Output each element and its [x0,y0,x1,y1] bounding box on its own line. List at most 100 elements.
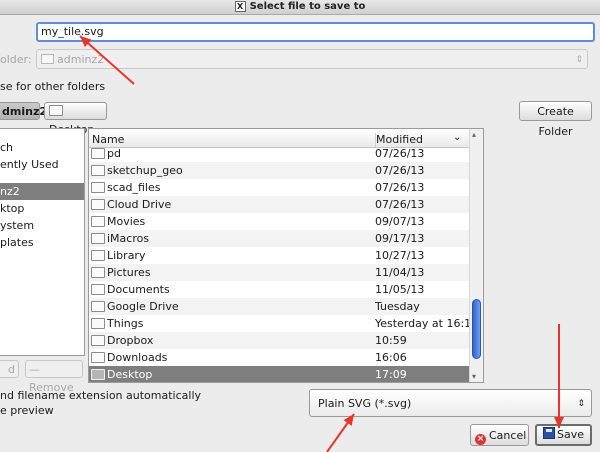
file-name: Google Drive [107,300,179,313]
cancel-label: Cancel [489,429,527,442]
file-modified: Tuesday [375,300,420,313]
file-row[interactable]: Cloud Drive 07/26/13 [89,196,469,213]
file-modified: 07/26/13 [375,164,425,177]
folder-icon [91,216,105,227]
file-row[interactable]: Things Yesterday at 16:10 [89,315,478,332]
file-modified: 09/07/13 [375,215,425,228]
file-type-value: Plain SVG (*.svg) [318,397,412,410]
add-place-button[interactable]: d [0,360,19,378]
file-list-header: Name Modified ⌄ [89,129,469,148]
scroll-down-icon[interactable]: ▾ [472,372,476,381]
window-title: Select file to save to [249,1,366,12]
file-row[interactable]: Dropbox 10:59 [89,332,469,349]
file-name: Pictures [107,266,151,279]
title-bar: X Select file to save to [0,0,600,15]
browse-folders-label[interactable]: se for other folders [0,80,105,93]
place-item-templates[interactable]: plates [0,234,84,251]
cancel-button[interactable]: × Cancel [470,424,529,446]
file-list-panel: pd 07/26/13 sketchup_geo 07/26/13 scad_files… [88,128,484,383]
file-row[interactable]: Movies 09/07/13 [89,213,469,230]
append-extension-checkbox-label[interactable]: nd filename extension automatically [0,389,201,402]
file-row[interactable]: Desktop 17:09 [89,366,469,382]
folder-icon [91,250,105,261]
folder-icon [49,105,63,116]
preview-checkbox-label[interactable]: e preview [0,404,54,417]
file-row[interactable]: Google Drive Tuesday [89,298,469,315]
create-folder-button[interactable]: Create Folder [519,101,592,138]
folder-icon [91,233,105,244]
places-sidebar: ch ently Used nz2 ktop ystem plates [0,128,85,356]
annotation-arrow-filetype [326,413,355,452]
up-down-arrows-icon: ⇕ [577,399,585,409]
file-name: scad_files [107,181,161,194]
up-down-arrows-icon: ⇕ [575,55,583,65]
file-row[interactable]: iMacros 09/17/13 [89,230,469,247]
file-name: Things [107,317,144,330]
file-modified: 17:09 [375,368,407,381]
file-name: Desktop [107,368,153,381]
save-button[interactable]: Save [535,424,592,446]
minus-icon: — [29,363,40,376]
file-name: iMacros [107,232,150,245]
folder-icon [91,182,105,193]
file-name: sketchup_geo [107,164,183,177]
places-spacer [0,173,84,183]
file-type-combo[interactable]: Plain SVG (*.svg) ⇕ [309,389,592,417]
folder-icon [91,369,105,380]
file-row[interactable]: Pictures 11/04/13 [89,264,469,281]
save-folder-combo[interactable]: adminz2 ⇕ [36,49,588,69]
file-modified: 09/17/13 [375,232,425,245]
place-item-desktop[interactable]: ktop [0,200,84,217]
folder-icon [91,335,105,346]
folder-icon [91,165,105,176]
folder-icon [91,352,105,363]
file-row[interactable]: sketchup_geo 07/26/13 [89,162,469,179]
file-modified: 11/04/13 [375,266,425,279]
folder-icon [91,284,105,295]
place-item-recently-used[interactable]: ently Used [0,156,84,173]
file-modified: Yesterday at 16:10 [375,317,479,330]
folder-icon [91,148,105,159]
folder-icon [41,54,54,64]
file-name: Documents [107,283,170,296]
remove-place-button[interactable]: —Remove [25,360,83,394]
file-modified: 07/26/13 [375,198,425,211]
file-modified: 16:06 [375,351,407,364]
path-button-desktop[interactable]: Desktop [44,102,107,136]
save-label: Save [557,428,585,441]
floppy-disk-icon [543,427,555,439]
filename-input[interactable]: my_tile.svg [36,22,595,42]
folder-icon [91,199,105,210]
file-modified: 11/05/13 [375,283,425,296]
file-modified: 07/26/13 [375,181,425,194]
column-header-modified[interactable]: Modified [375,133,423,147]
file-name: Library [107,249,146,262]
file-row[interactable]: Documents 11/05/13 [89,281,469,298]
file-name: Movies [107,215,146,228]
file-row[interactable]: Library 10/27/13 [89,247,469,264]
file-modified: 10/27/13 [375,249,425,262]
scrollbar-thumb[interactable] [472,299,481,359]
file-list: pd 07/26/13 sketchup_geo 07/26/13 scad_files… [89,145,478,382]
folder-icon [91,267,105,278]
chevron-down-icon[interactable]: ⌄ [453,132,461,143]
save-folder-label: older: [0,53,32,66]
file-name: Cloud Drive [107,198,172,211]
file-modified: 10:59 [375,334,407,347]
column-header-name[interactable]: Name [92,133,124,146]
folder-icon [91,318,105,329]
scroll-up-icon[interactable]: ▴ [472,130,476,139]
file-name: Downloads [107,351,168,364]
file-name: Dropbox [107,334,154,347]
place-item-filesystem[interactable]: ystem [0,217,84,234]
file-list-scrollbar[interactable]: ▴ ▾ [469,129,483,382]
file-row[interactable]: Downloads 16:06 [89,349,469,366]
places-spacer [0,129,84,139]
place-item-home[interactable]: nz2 [0,183,84,200]
file-row[interactable]: scad_files 07/26/13 [89,179,469,196]
x11-icon: X [234,0,246,12]
path-button-home[interactable]: dminz2 [0,102,47,120]
folder-icon [91,301,105,312]
cancel-icon: × [475,434,486,445]
place-item-search[interactable]: ch [0,139,84,156]
